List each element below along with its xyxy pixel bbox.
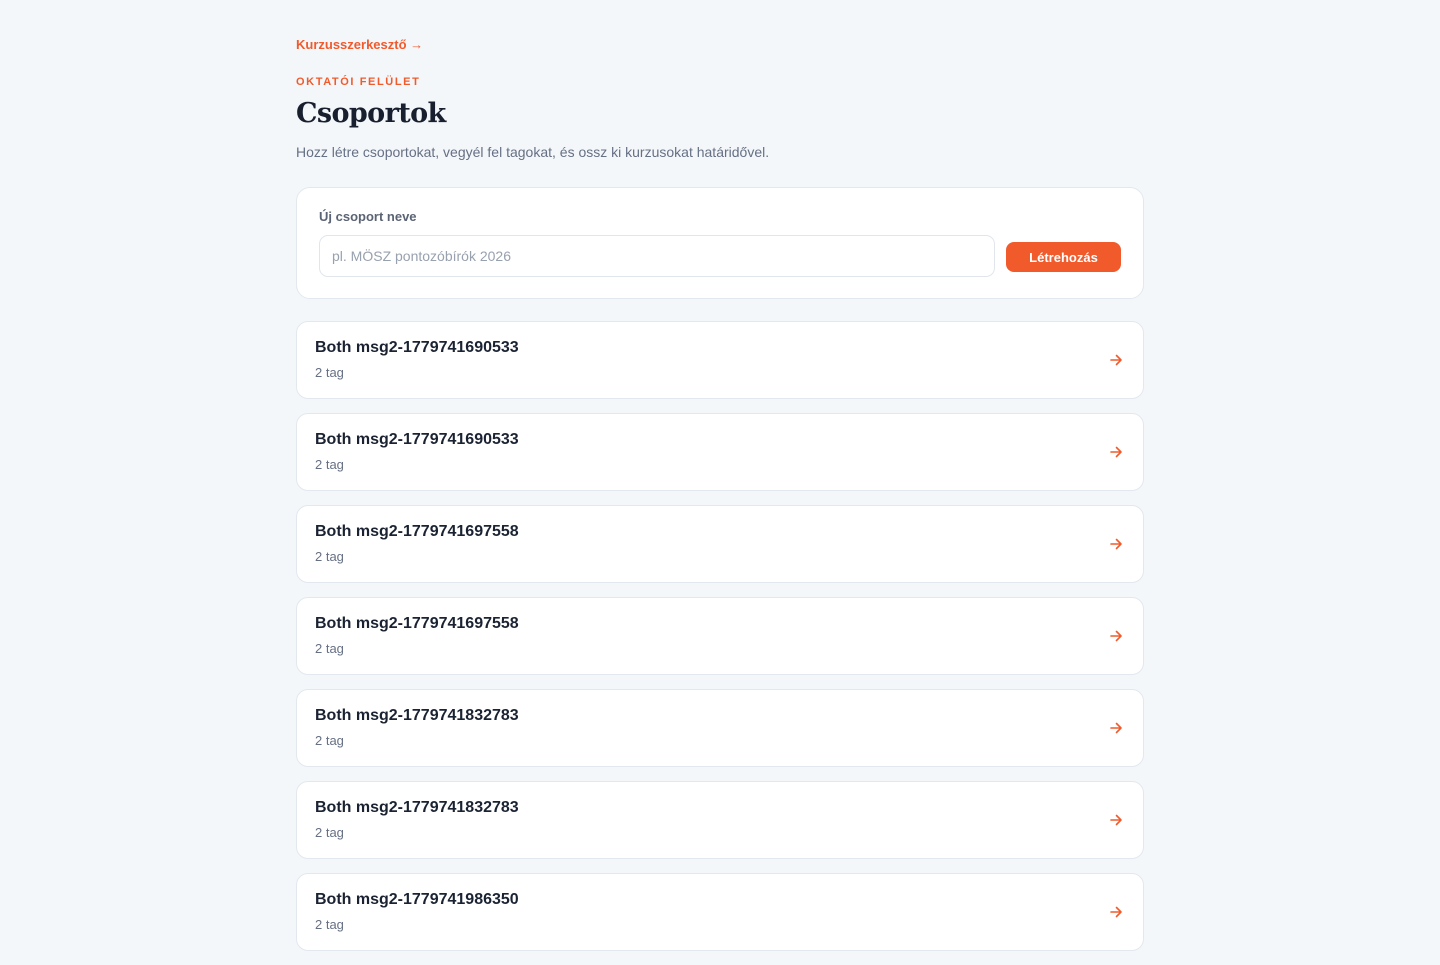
- group-member-count: 2 tag: [315, 917, 344, 932]
- group-list-item[interactable]: Both msg2-1779741986350 2 tag: [296, 873, 1144, 951]
- group-name: Both msg2-1779741832783: [315, 707, 519, 724]
- group-name: Both msg2-1779741832783: [315, 799, 519, 816]
- group-member-count: 2 tag: [315, 365, 344, 380]
- group-member-count: 2 tag: [315, 641, 344, 656]
- arrow-right-icon: [1110, 906, 1122, 918]
- group-name-input[interactable]: [319, 235, 995, 277]
- group-name-label: Új csoport neve: [319, 209, 417, 224]
- group-name: Both msg2-1779741690533: [315, 431, 519, 448]
- arrow-right-icon: [1110, 722, 1122, 734]
- arrow-right-icon: [1110, 354, 1122, 366]
- group-list-item[interactable]: Both msg2-1779741690533 2 tag: [296, 413, 1144, 491]
- group-member-count: 2 tag: [315, 733, 344, 748]
- course-editor-link[interactable]: Kurzusszerkesztő →: [296, 37, 423, 52]
- arrow-right-icon: [1110, 446, 1122, 458]
- group-list-item[interactable]: Both msg2-1779741832783 2 tag: [296, 781, 1144, 859]
- group-name: Both msg2-1779741986350: [315, 891, 519, 908]
- section-eyebrow: OKTATÓI FELÜLET: [296, 76, 421, 88]
- group-member-count: 2 tag: [315, 457, 344, 472]
- group-name: Both msg2-1779741697558: [315, 615, 519, 632]
- group-name: Both msg2-1779741697558: [315, 523, 519, 540]
- create-group-button[interactable]: Létrehozás: [1006, 242, 1121, 272]
- group-list-item[interactable]: Both msg2-1779741697558 2 tag: [296, 505, 1144, 583]
- page-subtitle: Hozz létre csoportokat, vegyél fel tagok…: [296, 144, 770, 160]
- arrow-right-icon: [1110, 814, 1122, 826]
- group-list-item[interactable]: Both msg2-1779741690533 2 tag: [296, 321, 1144, 399]
- group-list: Both msg2-1779741690533 2 tag Both msg2-…: [296, 321, 1144, 965]
- arrow-right-icon: [1110, 538, 1122, 550]
- group-list-item[interactable]: Both msg2-1779741697558 2 tag: [296, 597, 1144, 675]
- page-title: Csoportok: [296, 98, 446, 129]
- arrow-right-icon: [1110, 630, 1122, 642]
- group-member-count: 2 tag: [315, 549, 344, 564]
- create-group-card: Új csoport neve Létrehozás: [296, 187, 1144, 299]
- group-member-count: 2 tag: [315, 825, 344, 840]
- group-list-item[interactable]: Both msg2-1779741832783 2 tag: [296, 689, 1144, 767]
- group-name: Both msg2-1779741690533: [315, 339, 519, 356]
